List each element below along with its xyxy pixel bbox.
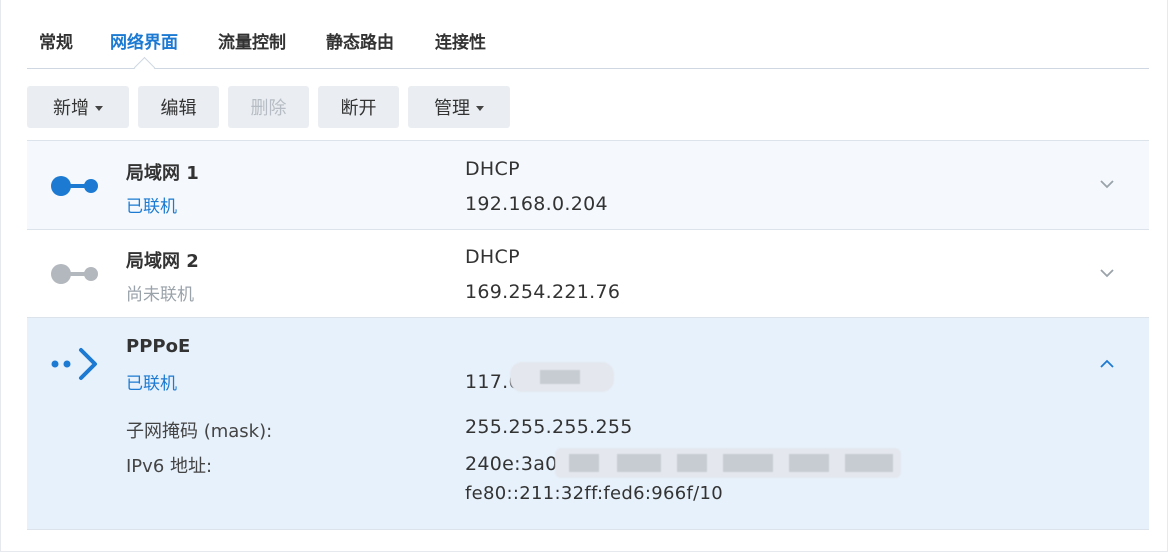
tab-network-interface[interactable]: 网络界面 bbox=[110, 28, 178, 53]
tab-static-route[interactable]: 静态路由 bbox=[326, 28, 394, 53]
disconnect-label: 断开 bbox=[340, 98, 377, 119]
interface-name: PPPoE bbox=[126, 336, 191, 357]
interface-row-lan2[interactable]: 局域网 2 尚未联机 DHCP 169.254.221.76 bbox=[27, 230, 1149, 318]
caret-down-icon bbox=[476, 105, 484, 111]
ipv6-link-local: fe80::211:32ff:fed6:966f/10 bbox=[465, 483, 723, 504]
chevron-down-icon[interactable] bbox=[1099, 268, 1115, 278]
ethernet-disconnected-icon bbox=[51, 264, 98, 284]
mask-label: 子网掩码 (mask): bbox=[126, 421, 273, 442]
edit-label: 编辑 bbox=[160, 98, 197, 119]
interface-name: 局域网 2 bbox=[126, 251, 199, 272]
ipv6-value: 240e:3a0 bbox=[465, 453, 558, 475]
interface-status: 已联机 bbox=[126, 197, 177, 217]
caret-down-icon bbox=[95, 105, 103, 111]
interface-name: 局域网 1 bbox=[126, 163, 199, 184]
ipv6-label: IPv6 地址: bbox=[126, 456, 213, 477]
ethernet-connected-icon bbox=[51, 176, 98, 196]
interface-ip: 192.168.0.204 bbox=[465, 193, 608, 215]
chevron-down-icon[interactable] bbox=[1099, 179, 1115, 189]
manage-label: 管理 bbox=[434, 98, 470, 119]
delete-label: 删除 bbox=[250, 98, 287, 119]
interface-row-pppoe[interactable]: PPPoE 已联机 117.6 子网掩码 (mask): 255.255.255… bbox=[27, 318, 1149, 530]
interface-ip: 169.254.221.76 bbox=[465, 281, 621, 303]
tab-general[interactable]: 常规 bbox=[39, 28, 73, 53]
interface-mode: DHCP bbox=[465, 246, 520, 268]
mask-value: 255.255.255.255 bbox=[465, 416, 633, 438]
interface-status: 尚未联机 bbox=[126, 285, 194, 305]
interface-status: 已联机 bbox=[126, 374, 177, 394]
chevron-up-icon[interactable] bbox=[1099, 359, 1115, 369]
tab-traffic-control[interactable]: 流量控制 bbox=[218, 28, 286, 53]
tab-bar: 常规 网络界面 流量控制 静态路由 连接性 bbox=[27, 0, 1149, 69]
delete-button: 删除 bbox=[228, 86, 309, 128]
redacted-ipv6-blur bbox=[555, 448, 901, 478]
interface-row-lan1[interactable]: 局域网 1 已联机 DHCP 192.168.0.204 bbox=[27, 141, 1149, 230]
add-button[interactable]: 新增 bbox=[27, 86, 129, 128]
tab-connectivity[interactable]: 连接性 bbox=[435, 28, 486, 53]
disconnect-button[interactable]: 断开 bbox=[318, 86, 399, 128]
add-label: 新增 bbox=[53, 98, 89, 119]
edit-button[interactable]: 编辑 bbox=[138, 86, 219, 128]
pppoe-icon bbox=[51, 348, 97, 380]
manage-button[interactable]: 管理 bbox=[408, 86, 510, 128]
interface-list: 局域网 1 已联机 DHCP 192.168.0.204 局域网 2 尚未联机 … bbox=[27, 140, 1149, 530]
redacted-ip-blur bbox=[510, 362, 614, 392]
interface-mode: DHCP bbox=[465, 158, 520, 180]
